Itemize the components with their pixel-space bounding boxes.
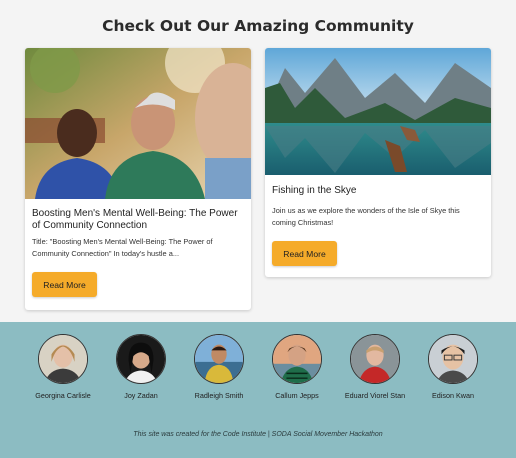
card-title: Fishing in the Skye: [272, 185, 357, 196]
member-name: Eduard Viorel Stan: [344, 391, 406, 400]
avatar: [350, 334, 400, 384]
community-card-mental-wellbeing: Boosting Men's Mental Well-Being: The Po…: [25, 48, 251, 310]
member-name: Joy Zadan: [124, 391, 158, 400]
card-image-men-laughing: [25, 48, 251, 199]
page-title: Check Out Our Amazing Community: [102, 17, 414, 35]
card-excerpt: Join us as we explore the wonders of the…: [272, 206, 460, 227]
team-member-joy: Joy Zadan: [102, 334, 180, 400]
card-image-mountain-lake: [265, 48, 491, 175]
avatar: [428, 334, 478, 384]
team-member-eduard: Eduard Viorel Stan: [336, 334, 414, 400]
member-name: Callum Jepps: [275, 391, 319, 400]
avatar: [272, 334, 322, 384]
card-excerpt: Title: "Boosting Men's Mental Well-Being…: [32, 237, 213, 258]
avatar: [194, 334, 244, 384]
team-member-georgina: Georgina Carlisle: [24, 334, 102, 400]
community-card-fishing: Fishing in the Skye Join us as we explor…: [265, 48, 491, 277]
card-title: Boosting Men's Mental Well-Being: The Po…: [32, 208, 238, 231]
team-member-edison: Edison Kwan: [414, 334, 492, 400]
avatar: [116, 334, 166, 384]
read-more-button[interactable]: Read More: [272, 241, 337, 266]
member-name: Edison Kwan: [432, 391, 474, 400]
member-name: Georgina Carlisle: [35, 391, 91, 400]
footer-credit: This site was created for the Code Insti…: [133, 431, 383, 438]
member-name: Radleigh Smith: [194, 391, 244, 400]
read-more-button[interactable]: Read More: [32, 272, 97, 297]
team-member-radleigh: Radleigh Smith: [180, 334, 258, 400]
team-member-callum: Callum Jepps: [258, 334, 336, 400]
avatar: [38, 334, 88, 384]
